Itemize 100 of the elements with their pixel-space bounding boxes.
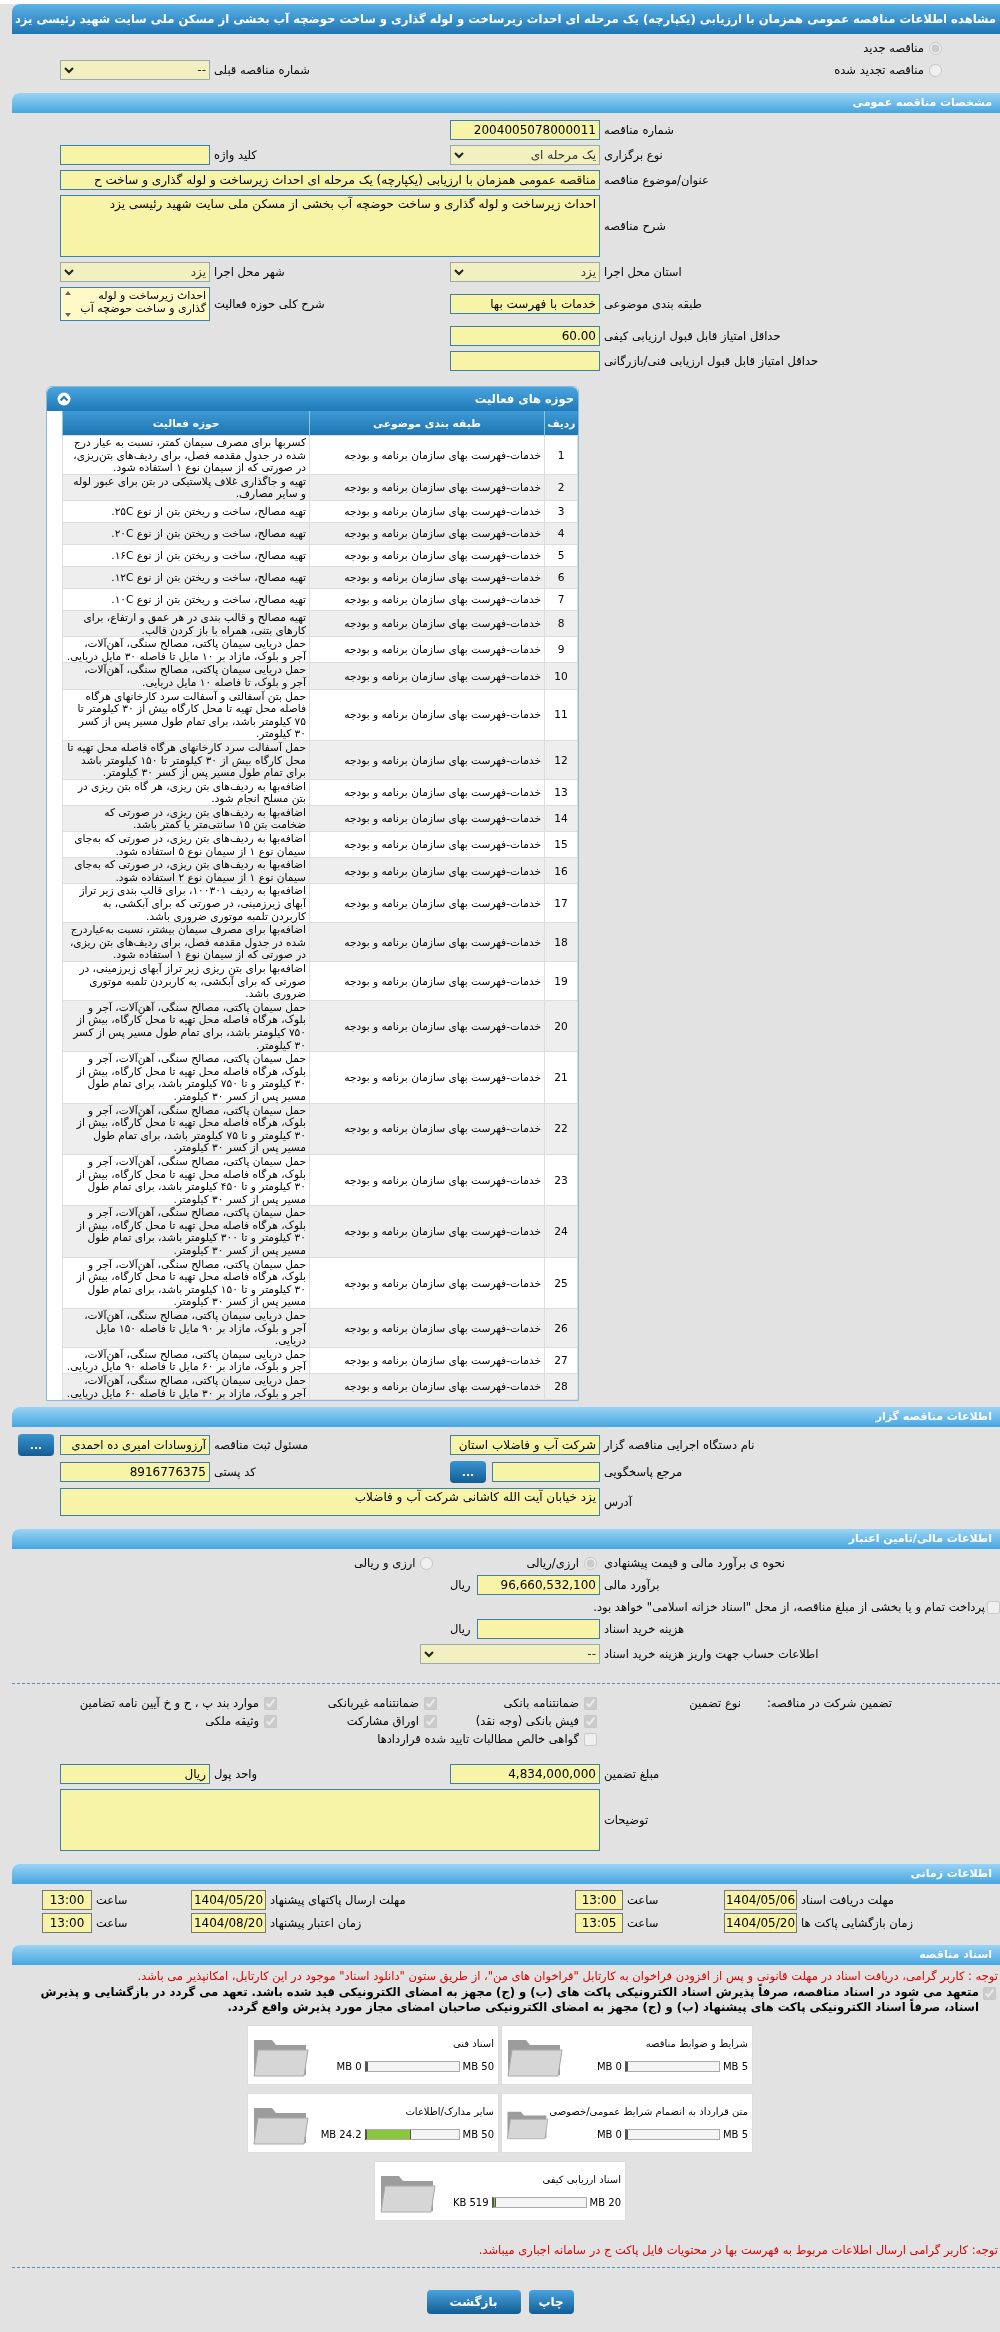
table-cell: 21 [544, 1051, 578, 1104]
field-label: نام دستگاه اجرایی مناقصه گزار [602, 1438, 756, 1453]
time-field[interactable]: 13:05 [575, 1913, 623, 1934]
text-field[interactable]: 4,834,000,000 [450, 1764, 600, 1785]
table-cell: تهیه مصالح، ساخت و ریختن بتن از نوع ۲۰C. [62, 522, 310, 545]
file-title: شرایط و ضوابط مناقصه [644, 2038, 748, 2050]
field-label: کد پستی [213, 1465, 257, 1480]
text-field[interactable]: 8916776375 [60, 1462, 210, 1483]
date-field[interactable]: 1404/05/20 [724, 1913, 797, 1934]
time-field[interactable]: 13:00 [575, 1890, 623, 1911]
field-label: هزینه خرید اسناد [603, 1622, 686, 1637]
table-cell: اضافه‌بها به ردیف‌های بتن ریزی، هر گاه بتن ریزی در بتن مسلح انجام شود. [62, 779, 310, 806]
table-cell: 15 [544, 831, 578, 858]
table-cell: 8 [544, 610, 578, 637]
file-title: اسناد فنی [452, 2038, 494, 2050]
field-label: شماره مناقصه قبلی [213, 63, 311, 77]
table-cell: 16 [544, 857, 578, 884]
radio-label: ارزی و ریالی [353, 1556, 416, 1571]
table-cell: حمل سیمان پاکتی، مصالح سنگی، آهن‌آلات، آجر و بلوک، هرگاه فاصله محل تهیه تا محل کارگاه، بیش از ۳۰ کیلومتر و تا ۷۵ کیلومتر باشد، برای تمام طول مسیر پس از کسر ۳۰ کیلومتر. [62, 1103, 310, 1155]
column-header: طبقه بندی موضوعی [309, 411, 545, 436]
table-cell: خدمات-فهرست بهای سازمان برنامه و بودجه [309, 588, 545, 611]
dropdown[interactable]: -- [60, 60, 210, 80]
table-cell: حمل سیمان پاکتی، مصالح سنگی، آهن‌آلات، آجر و بلوک، هرگاه فاصله محل تهیه تا محل کارگاه، بیش از ۳۰ کیلومتر و تا ۳۰۰ کیلومتر باشد، برای تمام طول مسیر پس از کسر ۳۰ کیلومتر. [62, 1205, 310, 1258]
table-cell: اضافه‌بها به ردیف‌های بتن ریزی، در صورتی که به‌جای سیمان نوع ۱ از سیمان نوع ۵ استفاده شود. [62, 831, 310, 858]
list-box[interactable]: احداث زیرساخت و لوله گذاری و ساخت حوضچه آب [60, 287, 210, 321]
text-field[interactable]: ریال [60, 1764, 210, 1785]
size-limit: 50 MB [462, 2061, 494, 2073]
checkbox-label: وثیقه ملکی [205, 1714, 259, 1729]
text-area[interactable]: احداث زیرساخت و لوله گذاری و ساخت حوضچه آب بخشی از مسکن ملی سایت شهید رئیسی یزد [60, 195, 600, 257]
field-label: واحد پول [213, 1767, 259, 1782]
dropdown[interactable]: یزد [450, 262, 600, 282]
field-label: زمان اعتبار پیشنهاد [269, 1916, 363, 1931]
notice-text: توجه : کاربر گرامی، دریافت اسناد در مهلت قانونی و پس از افزودن فراخوان به کارتابل "فراخوان های من"، از طریق ستون "دانلود اسناد" موجود در این کارتابل، امکانپذیر می باشد. [136, 1968, 999, 1984]
field-label: استان محل اجرا [603, 265, 683, 279]
field-label: مسئول ثبت مناقصه [213, 1438, 310, 1453]
table-cell: خدمات-فهرست بهای سازمان برنامه و بودجه [309, 922, 545, 962]
text-field[interactable] [476, 1619, 600, 1640]
table-cell: اضافه‌بها به ردیف‌های بتن ریزی، در صورتی که به‌جای سیمان نوع ۱ از سیمان نوع ۲ استفاده شود. [62, 857, 310, 884]
table-cell: خدمات-فهرست بهای سازمان برنامه و بودجه [309, 1257, 545, 1309]
section-header: اطلاعات مناقصه گزار [12, 1407, 1000, 1428]
table-cell: 19 [544, 961, 578, 1001]
text-field[interactable]: مناقصه عمومی همزمان با ارزیابی (یکپارچه) یک مرحله ای احداث زیرساخت و لوله گذاری و ساخت ح [60, 170, 600, 190]
table-cell: خدمات-فهرست بهای سازمان برنامه و بودجه [309, 740, 545, 780]
table-cell: 25 [544, 1257, 578, 1309]
notice-text: توجه: کاربر گرامی ارسال اطلاعات مربوط به فهرست بها در محتویات فایل پاکت ج در سامانه اجباری میباشد. [477, 2242, 999, 2258]
text-field[interactable]: شرکت آب و فاضلاب استان [450, 1435, 600, 1456]
text-field[interactable]: آرزوسادات امیری ده احمدی [60, 1435, 210, 1456]
table-cell: خدمات-فهرست بهای سازمان برنامه و بودجه [309, 662, 545, 690]
browse-button[interactable]: ... [18, 1434, 54, 1457]
date-field[interactable]: 1404/08/20 [191, 1913, 266, 1934]
chevron-down-icon [64, 66, 74, 74]
table-cell: 13 [544, 779, 578, 806]
back-button[interactable]: بازگشت [426, 2290, 521, 2315]
date-field[interactable]: 1404/05/06 [724, 1890, 797, 1911]
dropdown[interactable]: یزد [60, 262, 210, 282]
browse-button[interactable]: ... [450, 1461, 486, 1484]
table-cell: 27 [544, 1347, 578, 1374]
table-cell: کسربها برای مصرف سیمان کمتر، نسبت به عیار درج شده در جدول مقدمه فصل، برای ردیف‌های بتن‌ریزی، در صورتی که از سیمان نوع ۱ استفاده شود. [62, 435, 310, 475]
table-cell: خدمات-فهرست بهای سازمان برنامه و بودجه [309, 500, 545, 523]
text-field[interactable]: 2004005078000011 [450, 120, 600, 140]
field-label: شماره مناقصه [603, 123, 675, 137]
table-cell: خدمات-فهرست بهای سازمان برنامه و بودجه [309, 1000, 545, 1052]
print-button[interactable]: چاپ [528, 2290, 574, 2315]
text-field[interactable] [60, 145, 210, 165]
table-cell: خدمات-فهرست بهای سازمان برنامه و بودجه [309, 831, 545, 858]
table-cell: تهیه مصالح، ساخت و ریختن بتن از نوع ۱۲C. [62, 566, 310, 589]
text-area[interactable] [60, 1789, 600, 1852]
commitment-text: متعهد می شود در اسناد مناقصه، صرفاً پذیرش اسناد الکترونیکی پاکت های (ب) و (ج) مجهز به امضای الکترونیکی قید شده باشد. تعهد می گردد در بازگشایی و پذیرش اسناد، صرفاً اسناد الکترونیکی پاکت های پیشنهاد (ب) و (ج) مجهز به امضای الکترونیکی صاحبان امضای مجاز مورد پذیرش واقع گردد. [39, 1985, 979, 2016]
table-cell: 12 [544, 740, 578, 780]
text-field[interactable]: 96,660,532,100 [476, 1575, 600, 1596]
table-cell: خدمات-فهرست بهای سازمان برنامه و بودجه [309, 610, 545, 637]
checkbox-label: ضمانتنامه بانکی [503, 1696, 579, 1711]
size-used: 24.2 MB [320, 2129, 362, 2141]
table-cell: 6 [544, 566, 578, 589]
table-cell: حمل دریایی سیمان پاکتی، مصالح سنگی، آهن‌آلات، آجر و بلوک، مازاد بر ۳۰ مایل تا فاصله ۶۰ مایل دریایی. [62, 1373, 310, 1400]
text-field[interactable]: 60.00 [450, 326, 600, 346]
field-label: شهر محل اجرا [213, 265, 286, 279]
field-label: شرح مناقصه [603, 219, 667, 233]
dropdown[interactable]: -- [420, 1644, 600, 1665]
table-cell: خدمات-فهرست بهای سازمان برنامه و بودجه [309, 883, 545, 923]
table-cell: 20 [544, 1000, 578, 1052]
scroll-arrows-icon [64, 289, 72, 319]
table-cell: خدمات-فهرست بهای سازمان برنامه و بودجه [309, 1103, 545, 1155]
section-header: مشخصات مناقصه عمومی [12, 93, 1000, 113]
table-cell: خدمات-فهرست بهای سازمان برنامه و بودجه [309, 779, 545, 806]
table-cell: حمل دریایی سیمان پاکتی، مصالح سنگی، آهن‌آلات، آجر و بلوک، مازاد بر ۱۰ مایل تا فاصله ۳۰ مایل دریایی. [62, 636, 310, 663]
table-cell: 22 [544, 1103, 578, 1155]
text-field[interactable] [492, 1462, 600, 1483]
dropdown[interactable]: یک مرحله ای [450, 145, 600, 165]
text-field[interactable]: خدمات با فهرست بها [450, 294, 600, 314]
checkbox-label: ضمانتنامه غیربانکی [327, 1696, 419, 1711]
time-field[interactable]: 13:00 [42, 1890, 92, 1911]
chevron-down-icon [424, 1650, 434, 1658]
text-field[interactable] [450, 351, 600, 371]
collapse-icon[interactable] [57, 392, 71, 406]
unit-label: ریال [450, 1578, 471, 1593]
time-field[interactable]: 13:00 [42, 1913, 92, 1934]
text-area[interactable]: یزد خیابان آیت الله کاشانی شرکت آب و فاضلاب [60, 1488, 600, 1517]
date-field[interactable]: 1404/05/20 [191, 1890, 266, 1911]
field-label: ساعت [626, 1893, 660, 1908]
